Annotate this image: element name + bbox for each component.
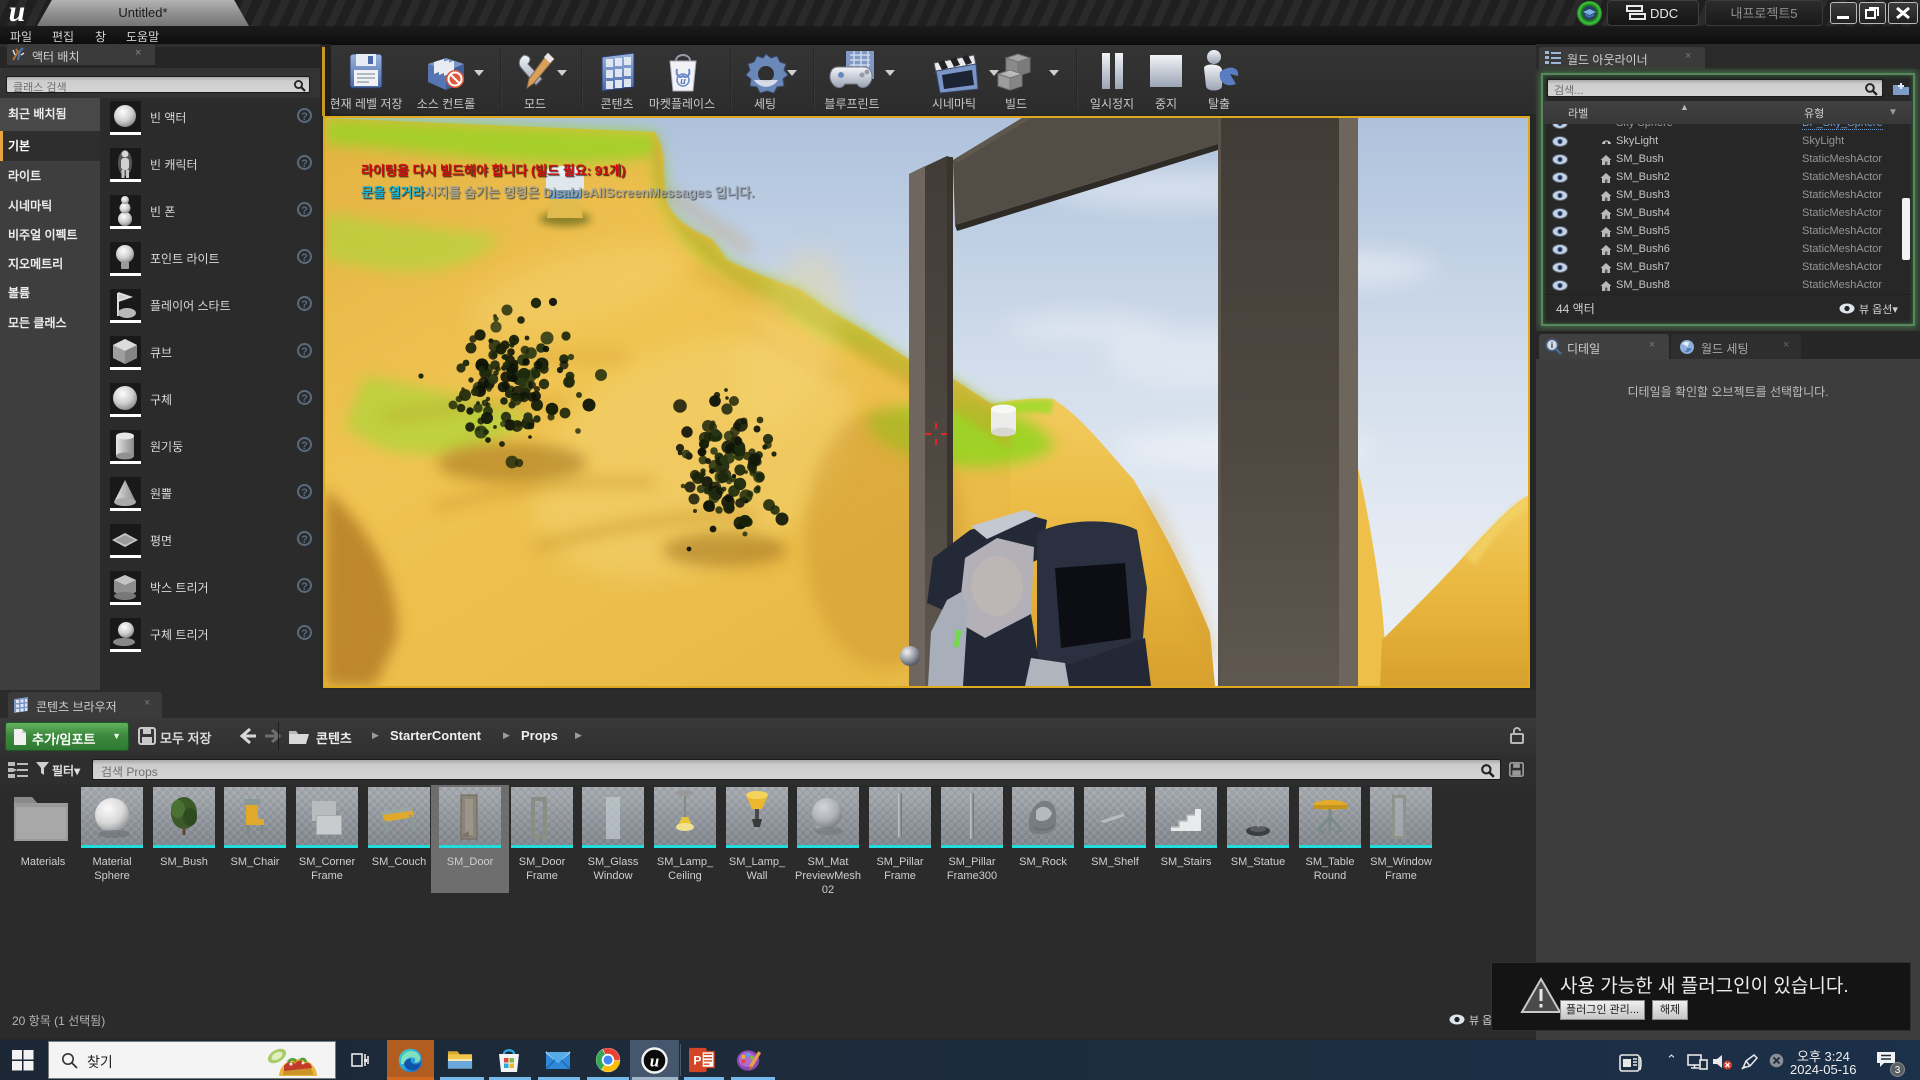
svg-text:P: P (693, 1054, 701, 1068)
svg-text:u: u (650, 1052, 659, 1071)
svg-text:i: i (1551, 341, 1553, 350)
svg-text:u: u (680, 76, 686, 86)
